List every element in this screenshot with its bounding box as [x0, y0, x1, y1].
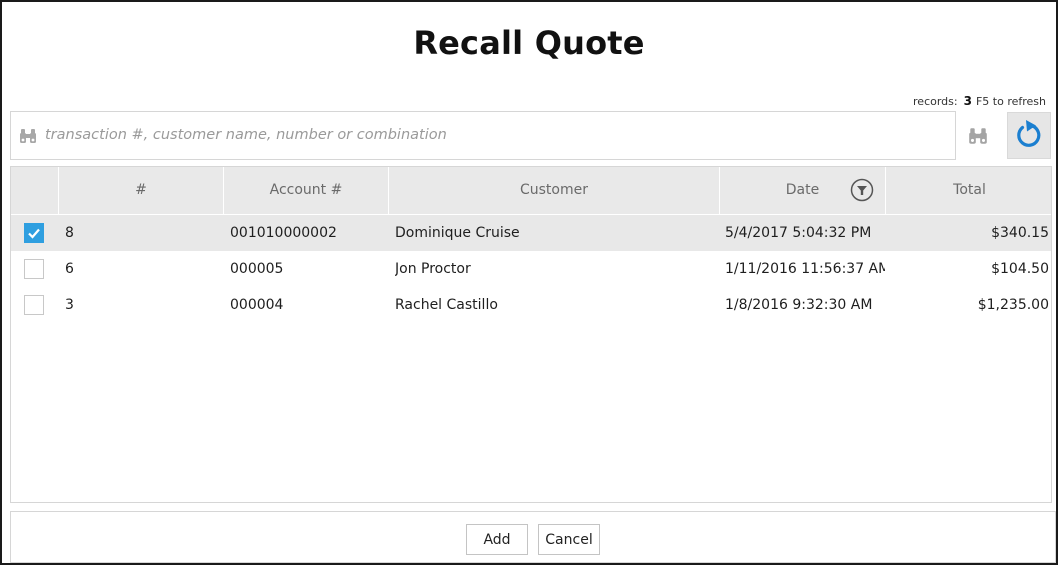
header-select [11, 167, 59, 214]
cell-total: $1,235.00 [977, 297, 1049, 313]
quotes-table: # Account # Customer Date Total 8 001010… [10, 166, 1052, 503]
refresh-button[interactable] [1007, 112, 1051, 159]
refresh-icon [1017, 120, 1041, 147]
row-checkbox[interactable] [24, 259, 44, 279]
cell-customer: Dominique Cruise [395, 225, 520, 241]
search-input[interactable]: transaction #, customer name, number or … [10, 111, 956, 160]
search-placeholder: transaction #, customer name, number or … [45, 127, 447, 143]
cell-date: 5/4/2017 5:04:32 PM [725, 225, 872, 241]
cell-customer: Rachel Castillo [395, 297, 498, 313]
cell-account: 000005 [230, 261, 284, 277]
header-account[interactable]: Account # [224, 167, 389, 214]
filter-icon[interactable] [850, 178, 874, 202]
cell-account: 001010000002 [230, 225, 337, 241]
cell-customer: Jon Proctor [395, 261, 471, 277]
table-row[interactable]: 3 000004 Rachel Castillo 1/8/2016 9:32:3… [11, 287, 1051, 323]
header-total[interactable]: Total [886, 167, 1053, 214]
table-header: # Account # Customer Date Total [11, 167, 1051, 214]
dialog-title: Recall Quote [413, 24, 645, 62]
binoculars-icon [20, 129, 36, 143]
header-date-label: Date [785, 182, 820, 198]
recall-quote-dialog: Recall Quote records: 3 F5 to refresh tran… [0, 0, 1058, 565]
records-count: 3 [963, 94, 972, 108]
cell-total: $340.15 [991, 225, 1049, 241]
table-row[interactable]: 8 001010000002 Dominique Cruise 5/4/2017… [11, 215, 1051, 251]
records-info: records: 3 F5 to refresh [913, 94, 1046, 108]
cancel-button[interactable]: Cancel [538, 524, 600, 555]
add-button[interactable]: Add [466, 524, 528, 555]
cell-number: 6 [65, 261, 74, 277]
records-label: records: [913, 95, 958, 108]
cell-account: 000004 [230, 297, 284, 313]
checkmark-icon [28, 228, 40, 239]
table-row[interactable]: 6 000005 Jon Proctor 1/11/2016 11:56:37 … [11, 251, 1051, 287]
search-icon [969, 128, 987, 144]
cell-total: $104.50 [991, 261, 1049, 277]
header-customer[interactable]: Customer [389, 167, 720, 214]
refresh-hint: F5 to refresh [975, 95, 1046, 108]
row-checkbox[interactable] [24, 223, 44, 243]
header-number[interactable]: # [59, 167, 224, 214]
cell-number: 3 [65, 297, 74, 313]
cell-date: 1/8/2016 9:32:30 AM [725, 297, 873, 313]
cell-date: 1/11/2016 11:56:37 AM [725, 261, 885, 277]
row-checkbox[interactable] [24, 295, 44, 315]
cell-number: 8 [65, 225, 74, 241]
header-date[interactable]: Date [720, 167, 886, 214]
search-button[interactable] [964, 121, 992, 151]
dialog-footer: Add Cancel [10, 511, 1056, 563]
